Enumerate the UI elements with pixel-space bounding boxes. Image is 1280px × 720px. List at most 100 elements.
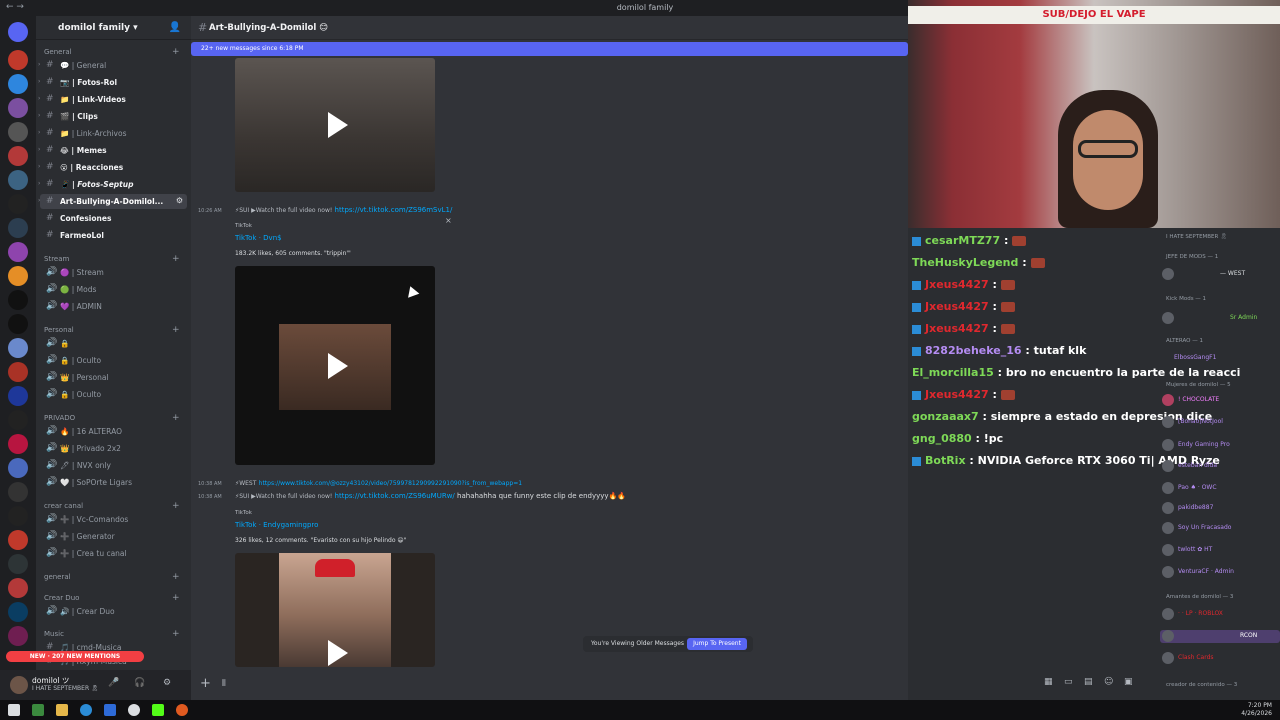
server-icon[interactable]	[8, 506, 28, 526]
channel-item[interactable]: # FarmeoLol	[40, 228, 187, 243]
chrome-icon[interactable]	[128, 704, 140, 716]
server-icon[interactable]	[8, 362, 28, 382]
voice-channel[interactable]: 🔊 🔊 | Crear Duo	[40, 604, 187, 619]
voice-channel[interactable]: 🔊 🟢 | Mods	[40, 282, 187, 297]
headphones-icon[interactable]: 🎧	[134, 678, 145, 688]
microphone-icon[interactable]: 🎤	[108, 678, 119, 688]
server-icon[interactable]	[8, 266, 28, 286]
play-icon[interactable]	[328, 352, 348, 379]
server-icon[interactable]	[8, 338, 28, 358]
voice-channel[interactable]: 🔊 🤍 | SoPOrte Ligars	[40, 475, 187, 490]
windows-icon[interactable]	[8, 704, 20, 716]
folder-icon[interactable]	[56, 704, 68, 716]
voice-channel[interactable]: 🔊 🔒 | Oculto	[40, 353, 187, 368]
avatar[interactable]	[10, 676, 28, 694]
server-icon[interactable]	[8, 602, 28, 622]
embed-title[interactable]: TikTok · Endygamingpro	[235, 521, 318, 529]
member-item[interactable]: RCON	[1160, 630, 1280, 643]
member-item[interactable]: esteban dida	[1160, 460, 1280, 473]
server-icon[interactable]	[8, 50, 28, 70]
message-link[interactable]: https://vt.tiktok.com/ZS96uMURw/	[335, 492, 455, 500]
server-icon[interactable]	[8, 458, 28, 478]
embed-title[interactable]: TikTok · Dvn$	[235, 234, 282, 242]
member-item[interactable]: — WEST	[1160, 268, 1280, 281]
channel-item-selected[interactable]: › # Art-Bullying-A-Domilol... ⚙	[38, 194, 187, 209]
kick-icon[interactable]	[152, 704, 164, 716]
category-crear-duo[interactable]: Crear Duo +	[44, 593, 180, 603]
server-icon[interactable]	[8, 410, 28, 430]
server-icon[interactable]	[8, 554, 28, 574]
edge-icon[interactable]	[80, 704, 92, 716]
server-icon[interactable]	[8, 218, 28, 238]
video-embed[interactable]	[235, 266, 435, 465]
channel-item[interactable]: › # 📱 | Fotos-Septup	[38, 177, 187, 192]
attachment-icon[interactable]: ⫴	[222, 679, 226, 689]
browser-icon[interactable]	[176, 704, 188, 716]
add-channel-icon[interactable]: +	[172, 413, 180, 423]
video-embed[interactable]	[235, 553, 435, 667]
add-channel-icon[interactable]: +	[172, 254, 180, 264]
server-icon[interactable]	[8, 314, 28, 334]
settings-icon[interactable]: ⚙	[176, 196, 183, 205]
video-embed[interactable]	[235, 58, 435, 192]
server-header[interactable]: domilol family ▾ 👤	[36, 16, 191, 40]
close-icon[interactable]: ×	[445, 216, 452, 225]
voice-channel[interactable]: 🔊 ➕ | Vc-Comandos	[40, 512, 187, 527]
server-icon[interactable]	[8, 74, 28, 94]
add-channel-icon[interactable]: +	[172, 501, 180, 511]
server-icon[interactable]	[8, 194, 28, 214]
member-item[interactable]: Sr Admin	[1160, 312, 1280, 325]
channel-item[interactable]: › # 📷 | Fotos-Rol	[38, 75, 187, 90]
play-icon[interactable]	[328, 640, 348, 667]
member-item[interactable]: ElbossGangF1	[1160, 352, 1280, 365]
category-general-2[interactable]: general +	[44, 572, 180, 582]
voice-channel[interactable]: 🔊 🖊 | NVX only	[40, 458, 187, 473]
category-general[interactable]: General +	[44, 47, 180, 57]
store-icon[interactable]	[104, 704, 116, 716]
category-stream[interactable]: Stream +	[44, 254, 180, 264]
voice-channel[interactable]: 🔊 🔒 | Oculto	[40, 387, 187, 402]
jump-to-present-button[interactable]: Jump To Present	[687, 638, 747, 650]
category-crear-canal[interactable]: crear canal +	[44, 501, 180, 511]
voice-channel[interactable]: 🔊 🟣 | Stream	[40, 265, 187, 280]
add-channel-icon[interactable]: +	[172, 593, 180, 603]
add-attachment-icon[interactable]: +	[200, 676, 211, 691]
member-item[interactable]: Pao ♠ · OWC	[1160, 482, 1280, 495]
sticker-icon[interactable]: ▤	[1084, 677, 1093, 687]
member-item[interactable]: [Bonao]NotJool	[1160, 416, 1280, 429]
voice-channel[interactable]: 🔊 👑 | Privado 2x2	[40, 441, 187, 456]
apps-icon[interactable]: ▣	[1124, 677, 1133, 687]
server-icon[interactable]	[8, 530, 28, 550]
server-icon[interactable]	[8, 122, 28, 142]
gift-icon[interactable]: ▦	[1044, 677, 1053, 687]
server-icon[interactable]	[8, 98, 28, 118]
member-item[interactable]: ! CHOCOLATE	[1160, 394, 1280, 407]
member-item[interactable]: Soy Un Fracasado	[1160, 522, 1280, 535]
add-channel-icon[interactable]: +	[172, 629, 180, 639]
emoji-icon[interactable]: ☺	[1104, 677, 1113, 687]
channel-item[interactable]: › # 🎬 | Clips	[38, 109, 187, 124]
voice-channel[interactable]: 🔊 ➕ | Crea tu canal	[40, 546, 187, 561]
server-icon[interactable]	[8, 242, 28, 262]
server-icon[interactable]	[8, 386, 28, 406]
category-privado[interactable]: PRIVADO +	[44, 413, 180, 423]
server-icon[interactable]	[8, 290, 28, 310]
play-icon[interactable]	[328, 112, 348, 138]
voice-channel[interactable]: 🔊 👑 | Personal	[40, 370, 187, 385]
add-channel-icon[interactable]: +	[172, 325, 180, 335]
channel-item[interactable]: › # 😮 | Reacciones	[38, 160, 187, 175]
server-icon[interactable]	[8, 482, 28, 502]
voice-channel[interactable]: 🔊 ➕ | Generator	[40, 529, 187, 544]
message-link[interactable]: https://vt.tiktok.com/ZS96mSvL1/	[335, 206, 453, 214]
new-mentions-pill[interactable]: NEW · 207 NEW MENTIONS	[6, 651, 144, 662]
member-item[interactable]: Endy Gaming Pro	[1160, 439, 1280, 452]
channel-item[interactable]: › # 😂 | Memes	[38, 143, 187, 158]
message-link[interactable]: https://www.tiktok.com/@ozzy43102/video/…	[259, 480, 522, 487]
voice-channel[interactable]: 🔊 🔥 | 16 ALTERAO	[40, 424, 187, 439]
add-channel-icon[interactable]: +	[172, 572, 180, 582]
server-icon[interactable]	[8, 626, 28, 646]
server-name[interactable]: domilol family ▾	[58, 23, 138, 33]
gif-icon[interactable]: ▭	[1064, 677, 1073, 687]
member-item[interactable]: twlott ✿ HT	[1160, 544, 1280, 557]
server-icon[interactable]	[8, 434, 28, 454]
